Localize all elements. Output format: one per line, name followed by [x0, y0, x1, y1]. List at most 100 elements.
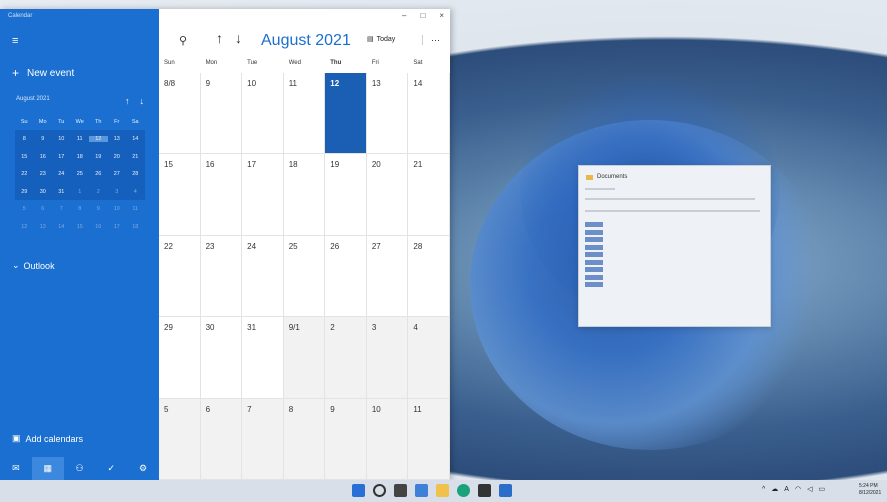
calendar-day-cell[interactable]: 16 [200, 154, 243, 236]
mini-day-cell[interactable]: 29 [15, 189, 34, 195]
mini-day-cell[interactable]: 8 [71, 206, 90, 212]
task-view-icon[interactable] [394, 484, 407, 497]
store-icon[interactable] [478, 484, 491, 497]
start-icon[interactable] [352, 484, 365, 497]
battery-icon[interactable]: ▭ [818, 485, 825, 493]
mail-icon[interactable]: ✉ [0, 463, 32, 474]
taskbar-search-icon[interactable] [373, 484, 386, 497]
maximize-button[interactable]: □ [420, 11, 425, 20]
mini-day-cell[interactable]: 21 [126, 154, 145, 160]
taskbar-clock[interactable]: 5:24 PM 8/12/2021 [859, 483, 881, 497]
calendar-day-cell[interactable]: 2 [325, 317, 367, 399]
file-explorer-icon[interactable] [436, 484, 449, 497]
widgets-icon[interactable] [415, 484, 428, 497]
calendar-day-cell[interactable]: 4 [408, 317, 450, 399]
mini-day-cell[interactable]: 1 [71, 189, 90, 195]
mini-day-cell[interactable]: 15 [15, 154, 34, 160]
today-button[interactable]: ▤ Today [367, 35, 395, 44]
mini-day-cell[interactable]: 27 [108, 171, 127, 177]
mini-prev-month-icon[interactable]: ↑ [125, 96, 130, 106]
calendar-day-cell[interactable]: 24 [242, 235, 284, 318]
calendar-day-cell[interactable]: 14 [408, 73, 450, 155]
outlook-account-toggle[interactable]: ⌄ Outlook [12, 260, 55, 271]
calendar-day-cell[interactable]: 27 [366, 235, 409, 318]
calendar-day-cell[interactable]: 23 [200, 235, 243, 318]
mini-day-cell[interactable]: 11 [71, 136, 90, 142]
calendar-day-cell[interactable]: 18 [283, 154, 326, 236]
mini-day-cell[interactable]: 20 [108, 154, 127, 160]
mini-day-cell[interactable]: 6 [34, 206, 53, 212]
mini-day-cell[interactable]: 5 [15, 206, 34, 212]
settings-gear-icon[interactable]: ⚙ [127, 463, 159, 474]
hamburger-menu-icon[interactable]: ≡ [12, 35, 18, 47]
mini-day-cell[interactable]: 3 [108, 189, 127, 195]
mini-day-cell[interactable]: 16 [34, 154, 53, 160]
calendar-day-cell[interactable]: 8/8 [159, 73, 201, 155]
calendar-day-cell[interactable]: 15 [159, 154, 201, 236]
calendar-day-cell[interactable]: 8 [283, 398, 326, 480]
mini-day-cell[interactable]: 10 [52, 136, 71, 142]
chevron-up-icon[interactable]: ^ [762, 486, 765, 493]
add-calendars-button[interactable]: ▣ Add calendars [12, 433, 83, 444]
mini-day-cell[interactable]: 31 [52, 189, 71, 195]
calendar-day-cell[interactable]: 10 [242, 73, 284, 155]
mini-day-cell[interactable]: 16 [89, 224, 108, 230]
mini-day-cell[interactable]: 22 [15, 171, 34, 177]
calendar-day-cell[interactable]: 11 [283, 73, 326, 155]
mini-day-cell[interactable]: 10 [108, 206, 127, 212]
wifi-icon[interactable]: ◠ [795, 485, 801, 493]
calendar-day-cell[interactable]: 9/1 [283, 317, 326, 399]
calendar-day-cell[interactable]: 20 [366, 154, 409, 236]
calendar-day-cell[interactable]: 25 [283, 235, 326, 318]
onedrive-icon[interactable]: ☁ [771, 485, 778, 493]
calendar-day-cell[interactable]: 7 [242, 398, 284, 480]
next-month-arrow-icon[interactable]: ↓ [235, 30, 242, 46]
documents-window[interactable]: Documents [578, 165, 771, 327]
mini-day-cell[interactable]: 9 [34, 136, 53, 142]
month-title[interactable]: August 2021 [261, 32, 351, 50]
mini-day-cell[interactable]: 15 [71, 224, 90, 230]
search-icon[interactable]: ⚲ [179, 34, 187, 47]
mini-day-cell[interactable]: 14 [52, 224, 71, 230]
calendar-day-cell[interactable]: 19 [325, 154, 367, 236]
calendar-day-cell[interactable]: 28 [408, 235, 450, 318]
mini-day-cell[interactable]: 12 [89, 136, 108, 143]
calendar-day-cell[interactable]: 13 [366, 73, 409, 155]
mini-day-cell[interactable]: 17 [108, 224, 127, 230]
more-options-button[interactable]: ··· [422, 35, 440, 45]
calendar-icon[interactable]: ▦ [31, 457, 64, 480]
close-button[interactable]: × [439, 11, 444, 20]
calendar-app-icon[interactable] [499, 484, 512, 497]
mini-next-month-icon[interactable]: ↓ [140, 96, 145, 106]
mini-day-cell[interactable]: 25 [71, 171, 90, 177]
mini-day-cell[interactable]: 26 [89, 171, 108, 177]
mini-day-cell[interactable]: 19 [89, 154, 108, 160]
calendar-day-cell[interactable]: 17 [242, 154, 284, 236]
mini-day-cell[interactable]: 14 [126, 136, 145, 142]
calendar-day-cell[interactable]: 22 [159, 235, 201, 318]
mini-day-cell[interactable]: 11 [126, 206, 145, 212]
calendar-day-cell[interactable]: 30 [200, 317, 243, 399]
mini-month-label[interactable]: August 2021 [16, 96, 50, 106]
mini-day-cell[interactable]: 9 [89, 206, 108, 212]
mini-day-cell[interactable]: 18 [126, 224, 145, 230]
calendar-day-cell[interactable]: 5 [159, 398, 201, 480]
calendar-day-cell[interactable]: 29 [159, 317, 201, 399]
mini-day-cell[interactable]: 12 [15, 224, 34, 230]
mini-day-cell[interactable]: 23 [34, 171, 53, 177]
mini-day-cell[interactable]: 17 [52, 154, 71, 160]
calendar-day-cell[interactable]: 31 [242, 317, 284, 399]
mini-day-cell[interactable]: 28 [126, 171, 145, 177]
volume-icon[interactable]: ◁ [807, 485, 812, 493]
calendar-day-cell[interactable]: 21 [408, 154, 450, 236]
mini-day-cell[interactable]: 4 [126, 189, 145, 195]
mini-day-cell[interactable]: 18 [71, 154, 90, 160]
calendar-day-cell[interactable]: 11 [408, 398, 450, 480]
mini-day-cell[interactable]: 30 [34, 189, 53, 195]
mini-day-cell[interactable]: 13 [34, 224, 53, 230]
mini-day-cell[interactable]: 8 [15, 136, 34, 142]
calendar-day-cell[interactable]: 10 [366, 398, 409, 480]
new-event-button[interactable]: + New event [12, 66, 74, 80]
calendar-day-cell[interactable]: 9 [325, 398, 367, 480]
input-indicator[interactable]: A [784, 486, 789, 493]
